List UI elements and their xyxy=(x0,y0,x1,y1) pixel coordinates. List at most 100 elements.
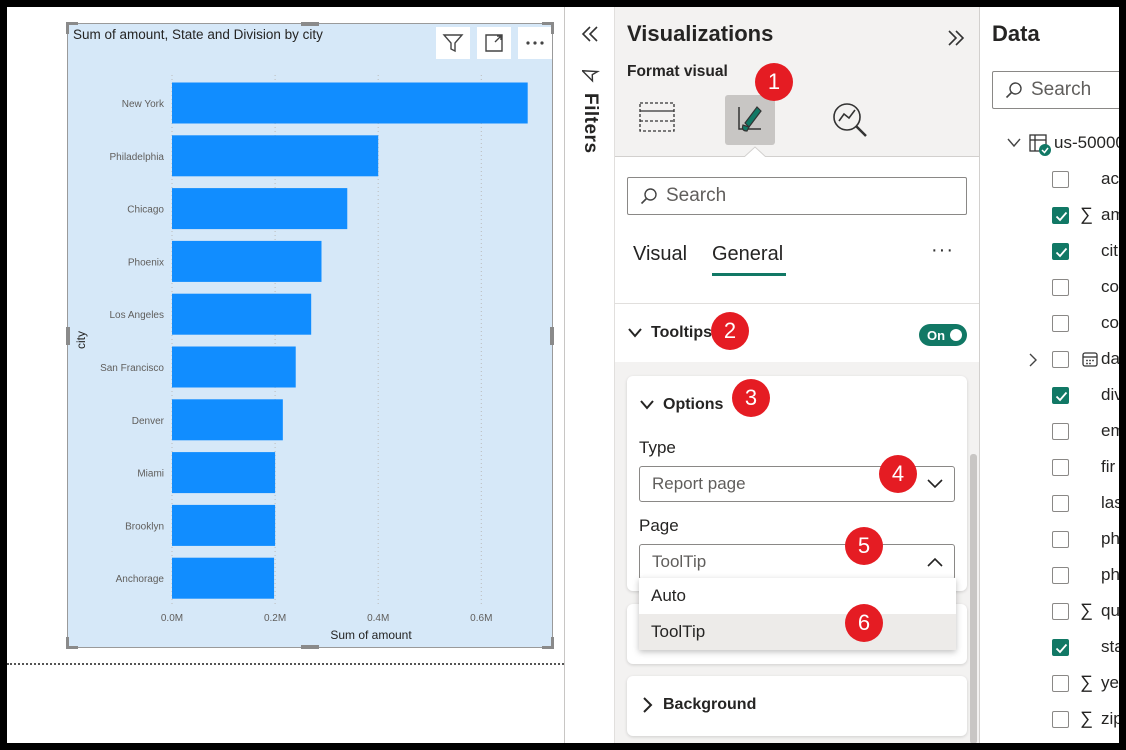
expand-right-icon[interactable] xyxy=(945,27,967,49)
sigma-icon: ∑ xyxy=(1080,672,1093,692)
resize-handle[interactable] xyxy=(551,637,554,649)
field-checkbox[interactable] xyxy=(1052,279,1069,296)
toggle-knob xyxy=(950,329,962,341)
field-row[interactable]: ∑ zip xyxy=(980,701,1119,737)
search-placeholder: Search xyxy=(1031,79,1092,100)
background-section-header[interactable]: Background xyxy=(627,676,967,736)
category-label: Los Angeles xyxy=(110,310,165,321)
field-checkbox[interactable] xyxy=(1052,207,1069,224)
bar[interactable] xyxy=(172,504,276,546)
field-row[interactable]: ∑ qu xyxy=(980,593,1119,629)
chevron-up-icon xyxy=(927,557,943,567)
page-value: ToolTip xyxy=(652,552,707,571)
field-row[interactable]: ∑ ye xyxy=(980,665,1119,701)
field-checkbox[interactable] xyxy=(1052,495,1069,512)
format-scrollbar[interactable] xyxy=(970,454,977,743)
tooltips-section-header[interactable]: Tooltips On xyxy=(615,304,980,362)
collapse-left-icon[interactable] xyxy=(579,23,601,45)
field-row[interactable]: ph xyxy=(980,521,1119,557)
bar[interactable] xyxy=(172,557,275,599)
tooltips-toggle[interactable]: On xyxy=(919,324,967,346)
filters-pane-collapsed[interactable]: Filters xyxy=(564,7,614,743)
field-row[interactable]: co xyxy=(980,305,1119,341)
bar[interactable] xyxy=(172,452,276,494)
field-checkbox[interactable] xyxy=(1052,639,1069,656)
bar[interactable] xyxy=(172,82,528,124)
bar[interactable] xyxy=(172,188,348,230)
field-row[interactable]: div xyxy=(980,377,1119,413)
app-frame: Sum of amount, State and Division by cit… xyxy=(7,7,1119,743)
x-tick-label: 0.6M xyxy=(470,613,492,624)
field-checkbox[interactable] xyxy=(1052,243,1069,260)
data-pane: Data Search us-50000 ac ∑ am cit co co da div em… xyxy=(979,7,1119,743)
chevron-right-icon[interactable] xyxy=(1028,352,1038,368)
field-checkbox[interactable] xyxy=(1052,711,1069,728)
bar[interactable] xyxy=(172,135,379,177)
table-row[interactable]: us-50000 xyxy=(980,125,1119,161)
field-row[interactable]: ac xyxy=(980,161,1119,197)
category-label: Denver xyxy=(132,416,165,427)
field-checkbox[interactable] xyxy=(1052,531,1069,548)
field-checkbox[interactable] xyxy=(1052,603,1069,620)
checkmark-icon xyxy=(1055,247,1068,258)
field-name: fir xyxy=(1101,457,1116,476)
field-row[interactable]: las xyxy=(980,485,1119,521)
analytics-icon[interactable] xyxy=(830,100,870,140)
field-checkbox[interactable] xyxy=(1052,387,1069,404)
page-option-tooltip[interactable]: ToolTip xyxy=(639,614,956,650)
field-checkbox[interactable] xyxy=(1052,351,1069,368)
field-name: cit xyxy=(1101,241,1118,260)
field-checkbox[interactable] xyxy=(1052,171,1069,188)
page-boundary xyxy=(7,663,564,665)
bar-chart-visual[interactable]: Sum of amount, State and Division by cit… xyxy=(66,22,554,649)
bar[interactable] xyxy=(172,399,283,441)
field-checkbox[interactable] xyxy=(1052,423,1069,440)
tab-visual[interactable]: Visual xyxy=(633,243,687,266)
chevron-down-icon[interactable] xyxy=(639,398,655,412)
tab-general[interactable]: General xyxy=(712,243,783,266)
format-search-input[interactable]: Search xyxy=(627,177,967,215)
field-row[interactable]: ∑ am xyxy=(980,197,1119,233)
field-checkbox[interactable] xyxy=(1052,567,1069,584)
data-search-input[interactable]: Search xyxy=(992,71,1119,109)
annotation-badge: 4 xyxy=(879,455,917,493)
resize-handle[interactable] xyxy=(551,22,554,34)
viz-pane-header: Visualizations Format visual xyxy=(615,7,980,158)
bar[interactable] xyxy=(172,293,312,335)
resize-handle[interactable] xyxy=(66,637,69,649)
field-checkbox[interactable] xyxy=(1052,459,1069,476)
resize-handle[interactable] xyxy=(301,22,319,26)
category-label: Miami xyxy=(137,469,164,480)
field-row[interactable]: sta xyxy=(980,629,1119,665)
bar[interactable] xyxy=(172,346,296,388)
more-options-button[interactable]: ··· xyxy=(931,239,954,262)
field-name: da xyxy=(1101,349,1119,368)
filters-label[interactable]: Filters xyxy=(579,93,601,154)
bar[interactable] xyxy=(172,240,322,282)
field-checkbox[interactable] xyxy=(1052,675,1069,692)
field-row[interactable]: ph xyxy=(980,557,1119,593)
field-row[interactable]: fir xyxy=(980,449,1119,485)
chevron-down-icon[interactable] xyxy=(1006,137,1022,149)
page-dropdown-menu: Auto ToolTip xyxy=(639,578,956,650)
background-label: Background xyxy=(663,696,757,713)
report-canvas[interactable]: Sum of amount, State and Division by cit… xyxy=(7,7,564,743)
format-visual-tab[interactable] xyxy=(725,95,775,145)
field-row[interactable]: cit xyxy=(980,233,1119,269)
resize-handle[interactable] xyxy=(301,645,319,649)
category-label: Chicago xyxy=(127,205,164,216)
build-visual-icon[interactable] xyxy=(637,99,677,135)
field-row[interactable]: da xyxy=(980,341,1119,377)
page-option-auto[interactable]: Auto xyxy=(639,578,956,614)
options-label[interactable]: Options xyxy=(663,396,723,414)
tooltips-label: Tooltips xyxy=(651,324,713,341)
field-row[interactable]: co xyxy=(980,269,1119,305)
resize-handle[interactable] xyxy=(550,327,554,345)
category-label: Philadelphia xyxy=(110,152,165,163)
resize-handle[interactable] xyxy=(66,22,69,34)
field-name: co xyxy=(1101,313,1119,332)
resize-handle[interactable] xyxy=(66,327,70,345)
field-checkbox[interactable] xyxy=(1052,315,1069,332)
field-row[interactable]: em xyxy=(980,413,1119,449)
page-dropdown[interactable]: ToolTip xyxy=(639,544,955,580)
